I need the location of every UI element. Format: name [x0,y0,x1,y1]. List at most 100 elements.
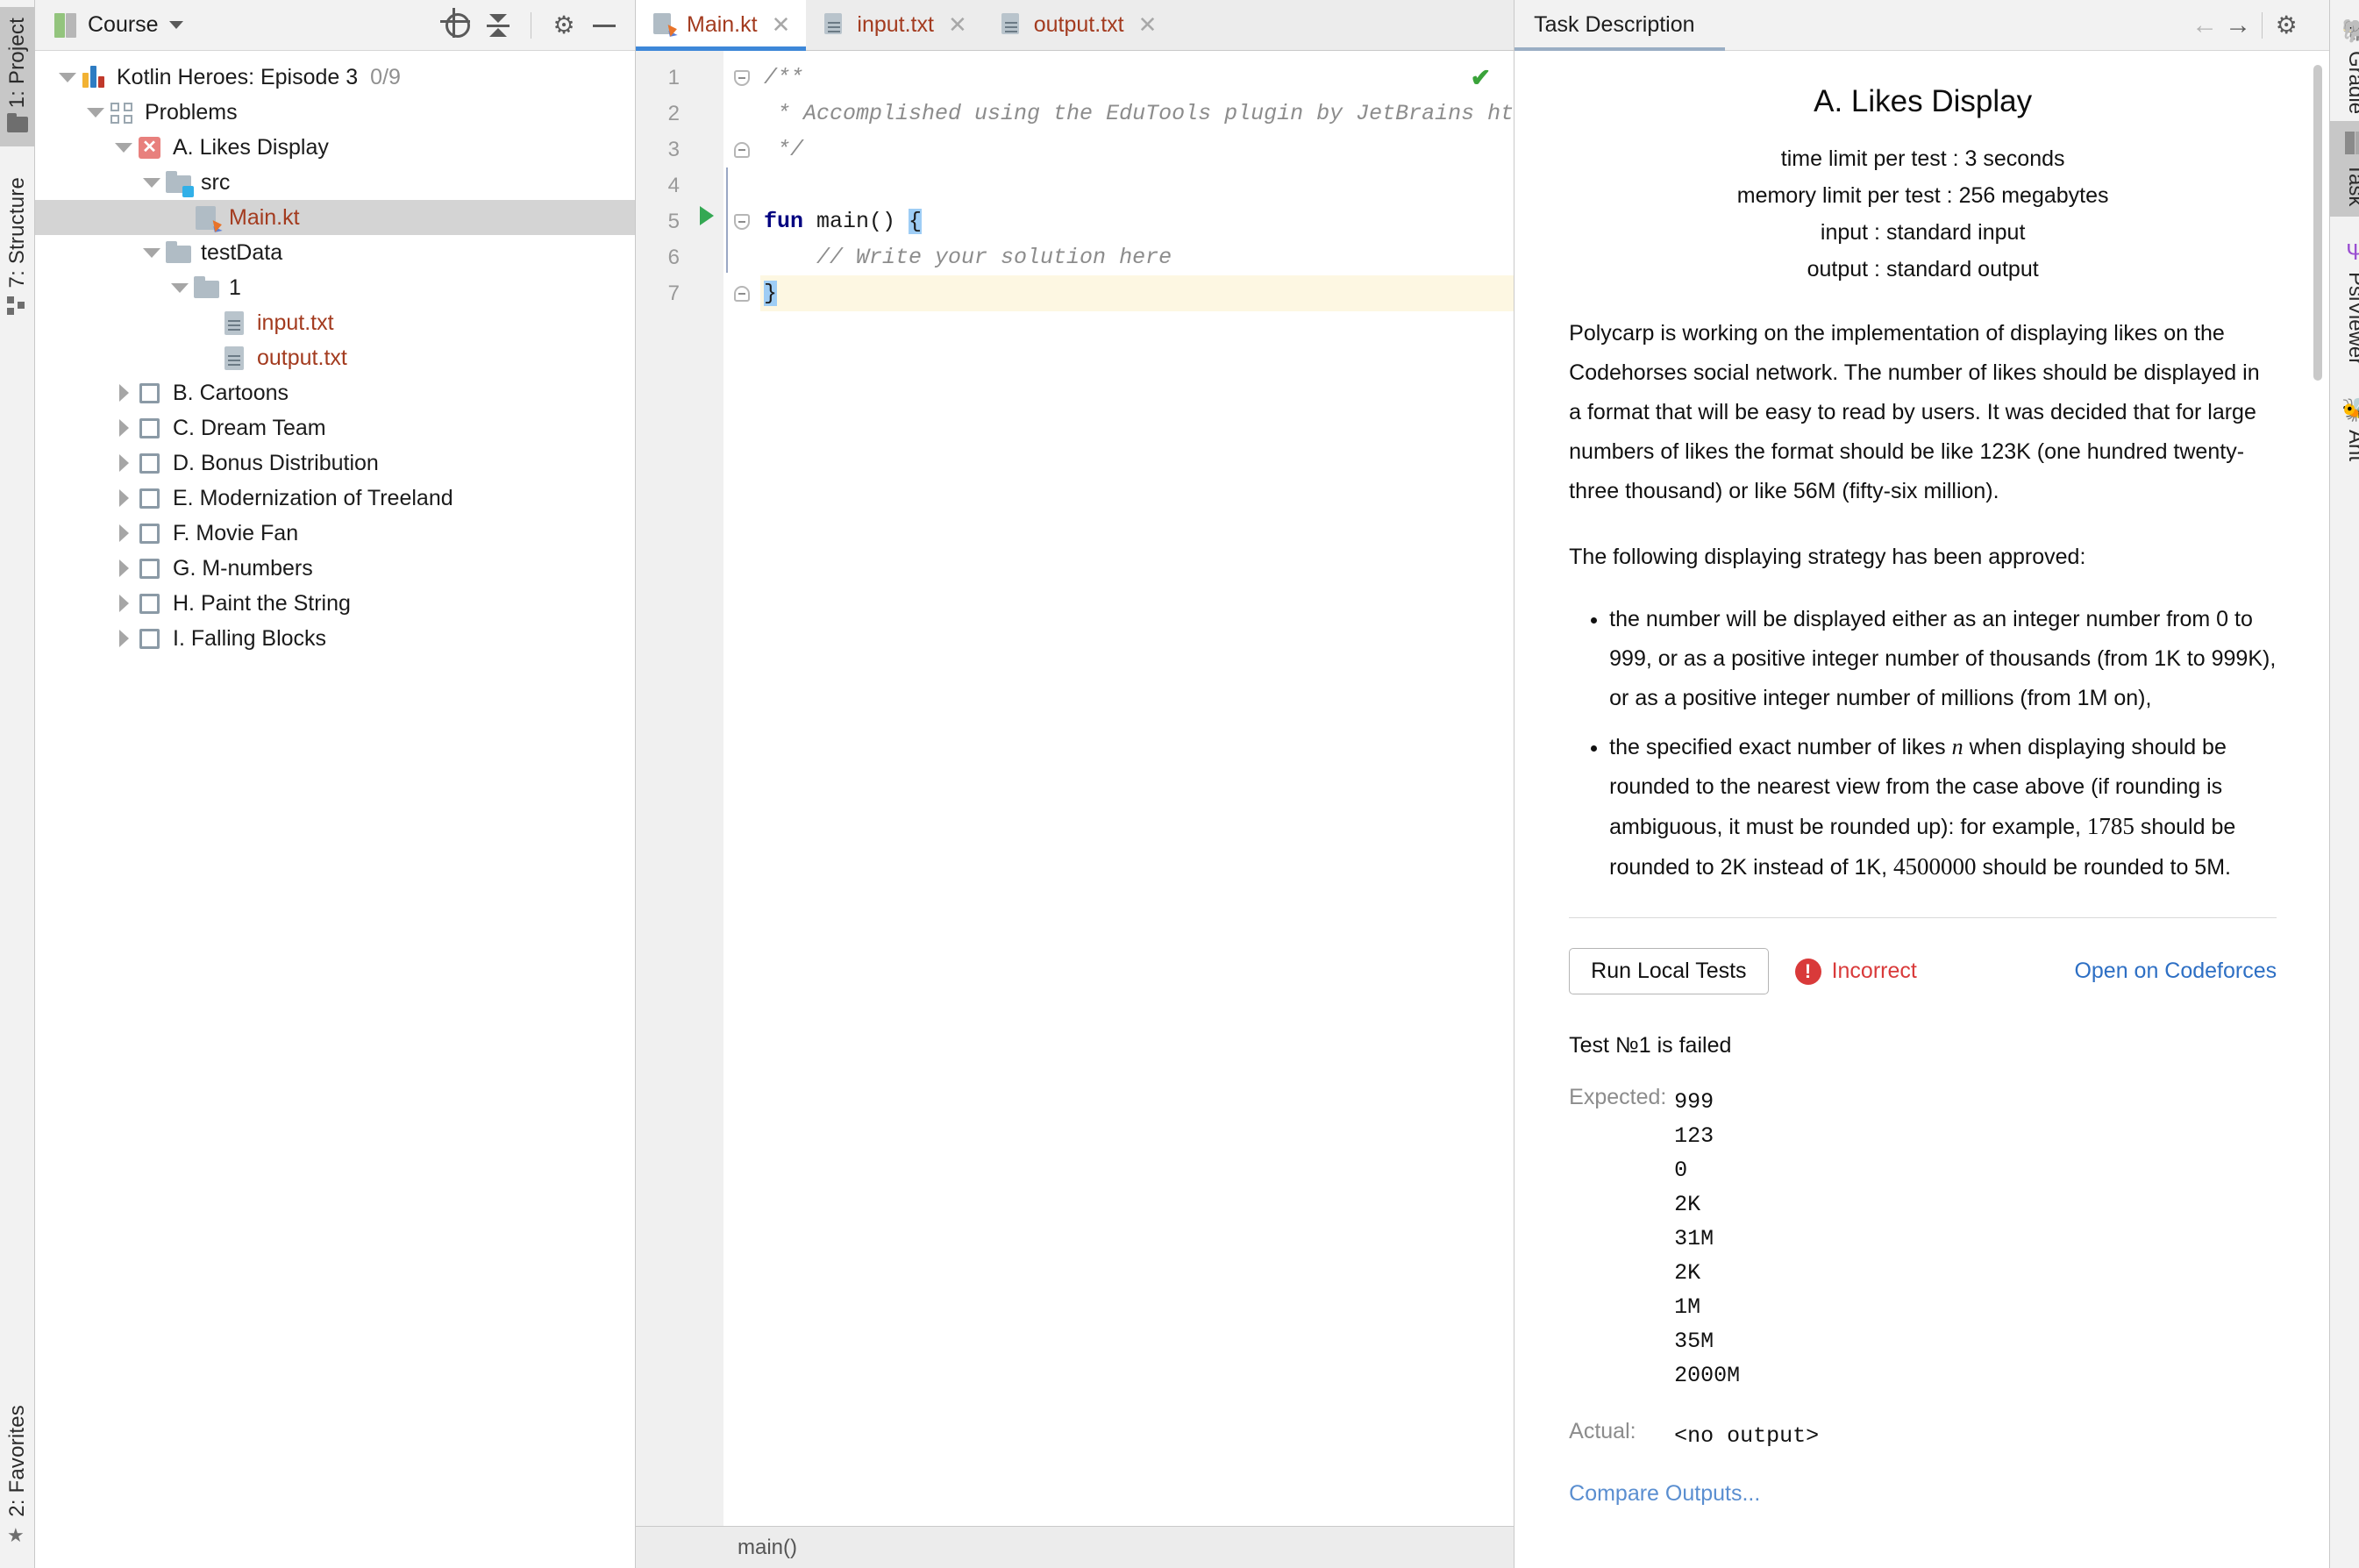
task-unchecked-icon[interactable] [137,450,165,476]
twisty-right-icon[interactable] [110,524,137,542]
editor-tab-bar[interactable]: Main.kt ✕ input.txt ✕ output.txt ✕ [636,0,1514,51]
project-view-selector-label[interactable]: Course [88,12,159,38]
folding-gutter[interactable] [723,51,760,1526]
collapse-all-icon[interactable] [483,11,513,40]
list-item: the number will be displayed either as a… [1609,600,2277,718]
editor-tab-output-txt[interactable]: output.txt ✕ [983,0,1173,50]
tree-node[interactable]: C. Dream Team [35,410,635,445]
task-unchecked-icon[interactable] [137,485,165,511]
editor-area: Main.kt ✕ input.txt ✕ output.txt ✕ 1 2 3 4 5 6 7 [636,0,1514,1568]
tree-node-label: B. Cartoons [173,380,289,405]
sidebar-item-structure[interactable]: 7: Structure [0,167,35,326]
tree-node[interactable]: G. M-numbers [35,551,635,586]
book-icon [2345,132,2359,154]
run-gutter[interactable] [690,51,723,1526]
close-icon[interactable]: ✕ [948,11,967,39]
sidebar-item-task[interactable]: Task [2330,121,2359,217]
twisty-down-icon[interactable] [110,142,137,153]
sidebar-item-project[interactable]: 1: Project [0,7,35,147]
folder-icon [7,117,28,136]
breadcrumb: main() [738,1535,798,1559]
tree-node-label: Problems [145,99,238,125]
tree-node[interactable]: D. Bonus Distribution [35,445,635,481]
twisty-right-icon[interactable] [110,559,137,577]
run-main-icon[interactable] [690,203,723,239]
twisty-right-icon[interactable] [110,454,137,472]
inspection-ok-icon[interactable]: ✔ [1471,63,1491,92]
tree-node[interactable]: src [35,165,635,200]
left-tool-window-bar: 1: Project 7: Structure ★ 2: Favorites [0,0,35,1568]
line-number: 3 [667,138,680,161]
sidebar-item-psiviewer[interactable]: Ψ PsiViewer [2330,230,2359,375]
gear-icon[interactable]: ⚙ [2270,11,2303,40]
task-unchecked-icon[interactable] [137,520,165,546]
close-icon[interactable]: ✕ [772,11,791,39]
tree-node[interactable]: 1 [35,270,635,305]
twisty-down-icon[interactable] [82,107,109,118]
tree-node[interactable]: E. Modernization of Treeland [35,481,635,516]
tree-node[interactable]: ✕ A. Likes Display [35,130,635,165]
tree-node-label: A. Likes Display [173,134,329,160]
divider [1569,917,2277,918]
sidebar-item-gradle[interactable]: 🐘 Gradle [2330,9,2359,125]
tree-node[interactable]: input.txt [35,305,635,340]
code-editor[interactable]: 1234567 /** * Accomplished using the Edu… [636,51,1514,1526]
open-on-codeforces-link[interactable]: Open on Codeforces [2074,959,2277,984]
twisty-right-icon[interactable] [110,595,137,612]
tree-node[interactable]: Kotlin Heroes: Episode 3 0/9 [35,60,635,95]
sidebar-item-favorites[interactable]: ★ 2: Favorites [0,1394,35,1556]
locate-icon[interactable] [443,11,473,40]
text-file-icon [999,12,1023,39]
chevron-down-icon[interactable] [168,21,183,29]
minimize-icon[interactable] [589,11,619,40]
project-tree[interactable]: Kotlin Heroes: Episode 3 0/9 Problems ✕ A. L… [35,51,635,1568]
task-unchecked-icon[interactable] [137,590,165,617]
tree-node[interactable]: B. Cartoons [35,375,635,410]
editor-tab-input-txt[interactable]: input.txt ✕ [806,0,982,50]
tree-node[interactable]: I. Falling Blocks [35,621,635,656]
tree-node[interactable]: H. Paint the String [35,586,635,621]
output-spec: output : standard output [1807,257,2039,282]
input-spec: input : standard input [1820,220,2026,245]
twisty-right-icon[interactable] [110,489,137,507]
forward-arrow-icon[interactable]: → [2221,11,2255,40]
tree-node-label: D. Bonus Distribution [173,450,379,475]
run-local-tests-button[interactable]: Run Local Tests [1569,948,1769,994]
twisty-down-icon[interactable] [167,282,193,293]
folder-icon [193,274,221,301]
source-folder-icon [165,169,194,197]
tree-node[interactable]: output.txt [35,340,635,375]
tree-node[interactable]: F. Movie Fan [35,516,635,551]
twisty-right-icon[interactable] [110,419,137,437]
gear-icon[interactable]: ⚙ [549,11,579,40]
twisty-down-icon[interactable] [139,247,165,258]
tree-node-label: E. Modernization of Treeland [173,485,453,510]
twisty-down-icon[interactable] [139,177,165,188]
tree-node-label: Kotlin Heroes: Episode 3 [117,64,359,89]
task-unchecked-icon[interactable] [137,625,165,652]
twisty-right-icon[interactable] [110,384,137,402]
tree-node-label: H. Paint the String [173,590,351,616]
tree-node[interactable]: testData [35,235,635,270]
tree-node[interactable]: Problems [35,95,635,130]
task-unchecked-icon[interactable] [137,415,165,441]
task-unchecked-icon[interactable] [137,555,165,581]
code-line-6: // Write your solution here [764,245,1172,270]
sidebar-item-ant[interactable]: 🐝 Ant [2330,388,2359,472]
task-description-tab[interactable]: Task Description [1534,12,1694,38]
back-arrow-icon[interactable]: ← [2188,11,2221,40]
tree-node[interactable]: Main.kt [35,200,635,235]
close-icon[interactable]: ✕ [1138,11,1158,39]
minimize-icon[interactable] [2303,18,2317,33]
kotlin-file-icon [652,12,678,39]
editor-tab-Main-kt[interactable]: Main.kt ✕ [636,0,807,51]
code-line-1: /** [764,65,804,90]
twisty-down-icon[interactable] [54,72,81,82]
gutter-slot [690,239,723,275]
tree-node-label: 1 [229,274,241,300]
twisty-right-icon[interactable] [110,630,137,647]
code-text[interactable]: /** * Accomplished using the EduTools pl… [760,51,1514,1526]
tree-node-label: testData [201,239,283,265]
compare-outputs-link[interactable]: Compare Outputs... [1569,1481,2277,1507]
task-unchecked-icon[interactable] [137,380,165,406]
